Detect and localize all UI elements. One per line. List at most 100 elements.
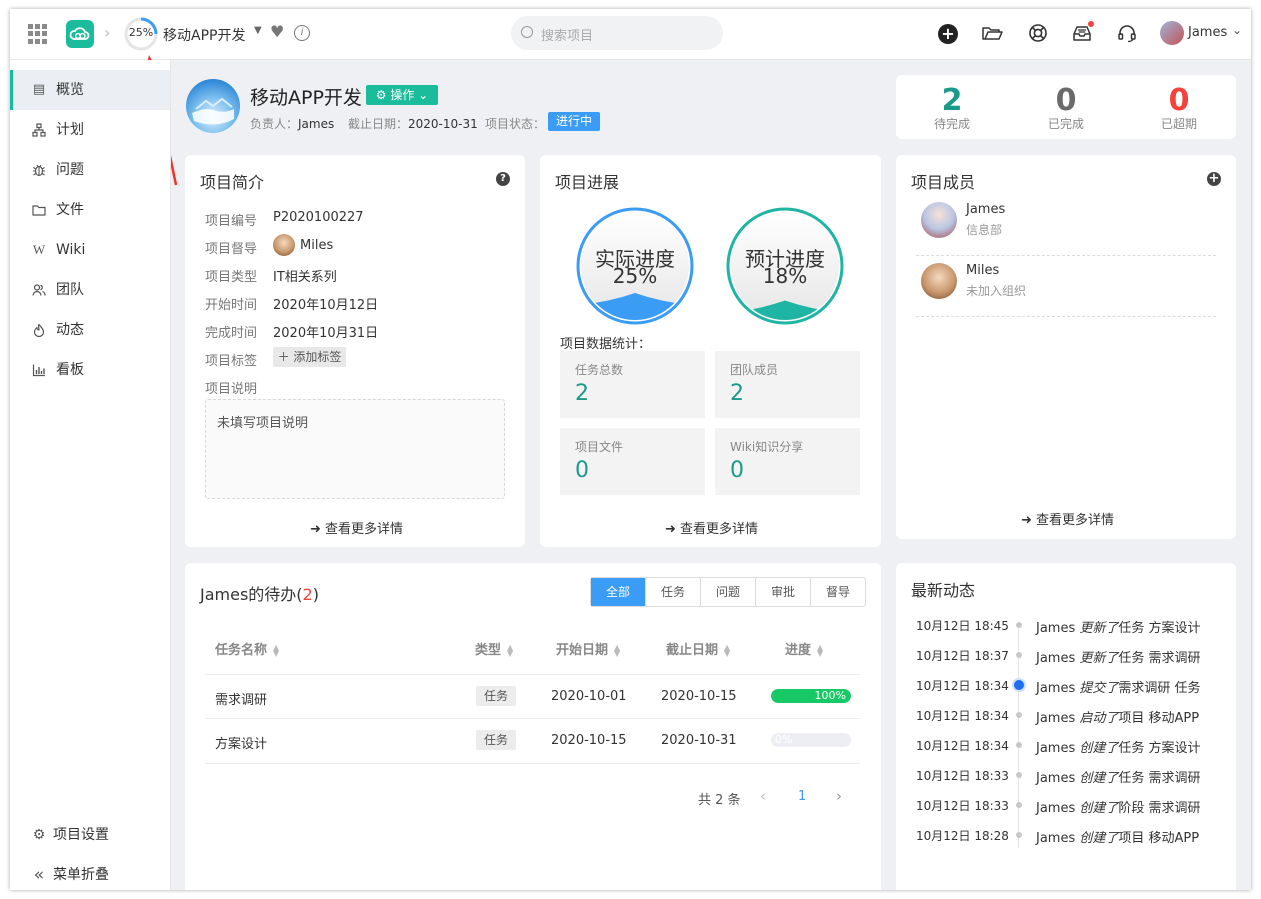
caret-down-icon[interactable]: ▼ [254,25,262,36]
project-settings-button[interactable]: ⚙ 项目设置 [10,820,170,850]
operation-dropdown-button[interactable]: ⚙ 操作 ⌄ [366,85,438,105]
add-member-icon[interactable]: + [1207,172,1221,186]
gear-icon: ⚙ [32,827,46,843]
sidebar-item-team[interactable]: 团队 [10,270,170,310]
notification-dot [1088,21,1094,27]
tab-supervise[interactable]: 督导 [810,578,865,606]
stat-value: 0 [575,458,589,483]
help-icon[interactable]: ? [496,172,510,186]
list-item[interactable]: 10月12日 18:34 James 启动了项目 移动APP [916,699,1216,729]
list-item[interactable]: 10月12日 18:34 James 提交了需求调研 任务 [916,669,1216,699]
folder-open-icon[interactable] [980,22,1004,46]
activity-object[interactable]: 任务 需求调研 [1118,651,1200,666]
sidebar-item-activity[interactable]: 动态 [10,310,170,350]
prev-page-icon[interactable]: ‹ [760,787,766,805]
col-header-name[interactable]: 任务名称 ▲ ▼ [215,639,279,658]
sidebar-item-board[interactable]: 看板 [10,350,170,390]
sidebar-item-files[interactable]: 文件 [10,190,170,230]
activity-object[interactable]: 任务 需求调研 [1118,771,1200,786]
sidebar-item-plan[interactable]: 计划 [10,110,170,150]
todo-card: James的待办(2) 全部 任务 问题 审批 督导 任务名称 ▲ ▼ 类型 ▲ ▼ 开… [185,563,881,890]
page-number[interactable]: 1 [798,789,806,804]
sidebar-item-wiki[interactable]: W Wiki [10,230,170,270]
description-text: 未填写项目说明 [217,416,309,431]
member-item[interactable]: Miles 未加入组织 [916,256,1216,317]
task-name[interactable]: 需求调研 [215,689,267,708]
member-item[interactable]: James 信息部 [916,195,1216,256]
chevron-down-icon[interactable]: ⌄ [1232,23,1242,37]
page-title: 移动APP开发 [250,87,362,109]
member-name: Miles [966,263,1000,278]
heart-icon[interactable]: ♥ [270,22,284,41]
sidebar-item-issues[interactable]: 问题 [10,150,170,190]
list-item[interactable]: 10月12日 18:28 James 创建了项目 移动APP [916,819,1216,849]
project-switcher-name[interactable]: 移动APP开发 [163,25,245,45]
next-page-icon[interactable]: › [836,787,842,805]
search-box[interactable]: 搜索项目 [511,16,723,50]
description-box[interactable]: 未填写项目说明 [205,399,505,499]
activity-time: 10月12日 18:28 [916,829,1009,843]
tab-all[interactable]: 全部 [591,578,645,606]
col-header-start[interactable]: 开始日期 ▲ ▼ [556,639,620,658]
arrow-right-icon: ➜ [310,522,321,537]
pending-count[interactable]: 2 [912,83,992,118]
member-dept: 未加入组织 [966,284,1027,298]
activity-object[interactable]: 任务 方案设计 [1118,741,1200,756]
activity-user: James [1036,741,1076,756]
tab-task[interactable]: 任务 [645,578,700,606]
lifebuoy-icon[interactable] [1026,22,1050,46]
stat-box-tasks[interactable]: 任务总数 2 [560,351,705,418]
activity-object[interactable]: 需求调研 任务 [1118,681,1200,696]
sidebar: ▤ 概览 计划 问题 文件 W Wiki 团队 动态 看板 ⚙ 项目设置 « 菜… [10,60,171,890]
view-more-link[interactable]: ➜ 查看更多详情 [310,518,403,537]
add-tag-button[interactable]: ＋ 添加标签 [273,347,346,367]
sidebar-item-overview[interactable]: ▤ 概览 [10,70,170,110]
info-value[interactable]: Miles [300,238,333,253]
task-progress-bar: 0% [771,733,851,747]
col-header-type[interactable]: 类型 ▲ ▼ [475,639,513,658]
todo-title: James的待办(2) [200,581,319,605]
stat-box-files[interactable]: 项目文件 0 [560,428,705,495]
overdue-count[interactable]: 0 [1139,83,1219,118]
list-item[interactable]: 10月12日 18:33 James 创建了任务 需求调研 [916,759,1216,789]
stat-box-wiki[interactable]: Wiki知识分享 0 [715,428,860,495]
headset-icon[interactable] [1115,22,1139,46]
task-start: 2020-10-01 [551,689,627,704]
collapse-menu-button[interactable]: « 菜单折叠 [10,860,170,890]
user-name[interactable]: James [1188,25,1227,40]
timeline-dot [1016,832,1022,838]
list-item[interactable]: 10月12日 18:34 James 创建了任务 方案设计 [916,729,1216,759]
list-item[interactable]: 10月12日 18:37 James 更新了任务 需求调研 [916,639,1216,669]
sidebar-item-label: 问题 [56,162,84,178]
app-grid-icon[interactable] [28,24,48,44]
avatar[interactable] [1160,21,1184,45]
task-name[interactable]: 方案设计 [215,733,267,752]
cloud-logo-icon[interactable] [66,20,94,48]
sidebar-item-label: Wiki [56,242,86,258]
activity-object[interactable]: 任务 方案设计 [1118,621,1200,636]
pending-label: 待完成 [933,117,970,131]
info-icon[interactable]: i [294,25,310,41]
view-more-label: 查看更多详情 [325,522,404,537]
activity-time: 10月12日 18:34 [916,679,1009,693]
tab-issue[interactable]: 问题 [700,578,755,606]
project-intro-card: 项目简介 ? 项目编号 P2020100227 项目督导 Miles 项目类型 IT… [185,155,525,547]
col-header-progress[interactable]: 进度 ▲ ▼ [785,639,823,658]
view-more-link[interactable]: ➜ 查看更多详情 [1021,509,1114,528]
add-circle-icon[interactable]: + [938,24,958,44]
activity-user: James [1036,681,1076,696]
stat-box-members[interactable]: 团队成员 2 [715,351,860,418]
list-item[interactable]: 10月12日 18:33 James 创建了阶段 需求调研 [916,789,1216,819]
tab-approval[interactable]: 审批 [755,578,810,606]
table-row[interactable]: 需求调研 任务 2020-10-01 2020-10-15 100% [205,674,860,719]
col-header-end[interactable]: 截止日期 ▲ ▼ [666,639,730,658]
list-item[interactable]: 10月12日 18:45 James 更新了任务 方案设计 [916,609,1216,639]
view-more-link[interactable]: ➜ 查看更多详情 [665,518,758,537]
activity-object[interactable]: 阶段 需求调研 [1118,801,1200,816]
activity-desc: James 创建了项目 移动APP [1036,827,1199,846]
done-count[interactable]: 0 [1026,83,1106,118]
table-row[interactable]: 方案设计 任务 2020-10-15 2020-10-31 0% [205,718,860,764]
owner-meta: 负责人：James [250,115,334,132]
activity-object[interactable]: 项目 移动APP [1118,711,1199,726]
activity-object[interactable]: 项目 移动APP [1118,831,1199,846]
